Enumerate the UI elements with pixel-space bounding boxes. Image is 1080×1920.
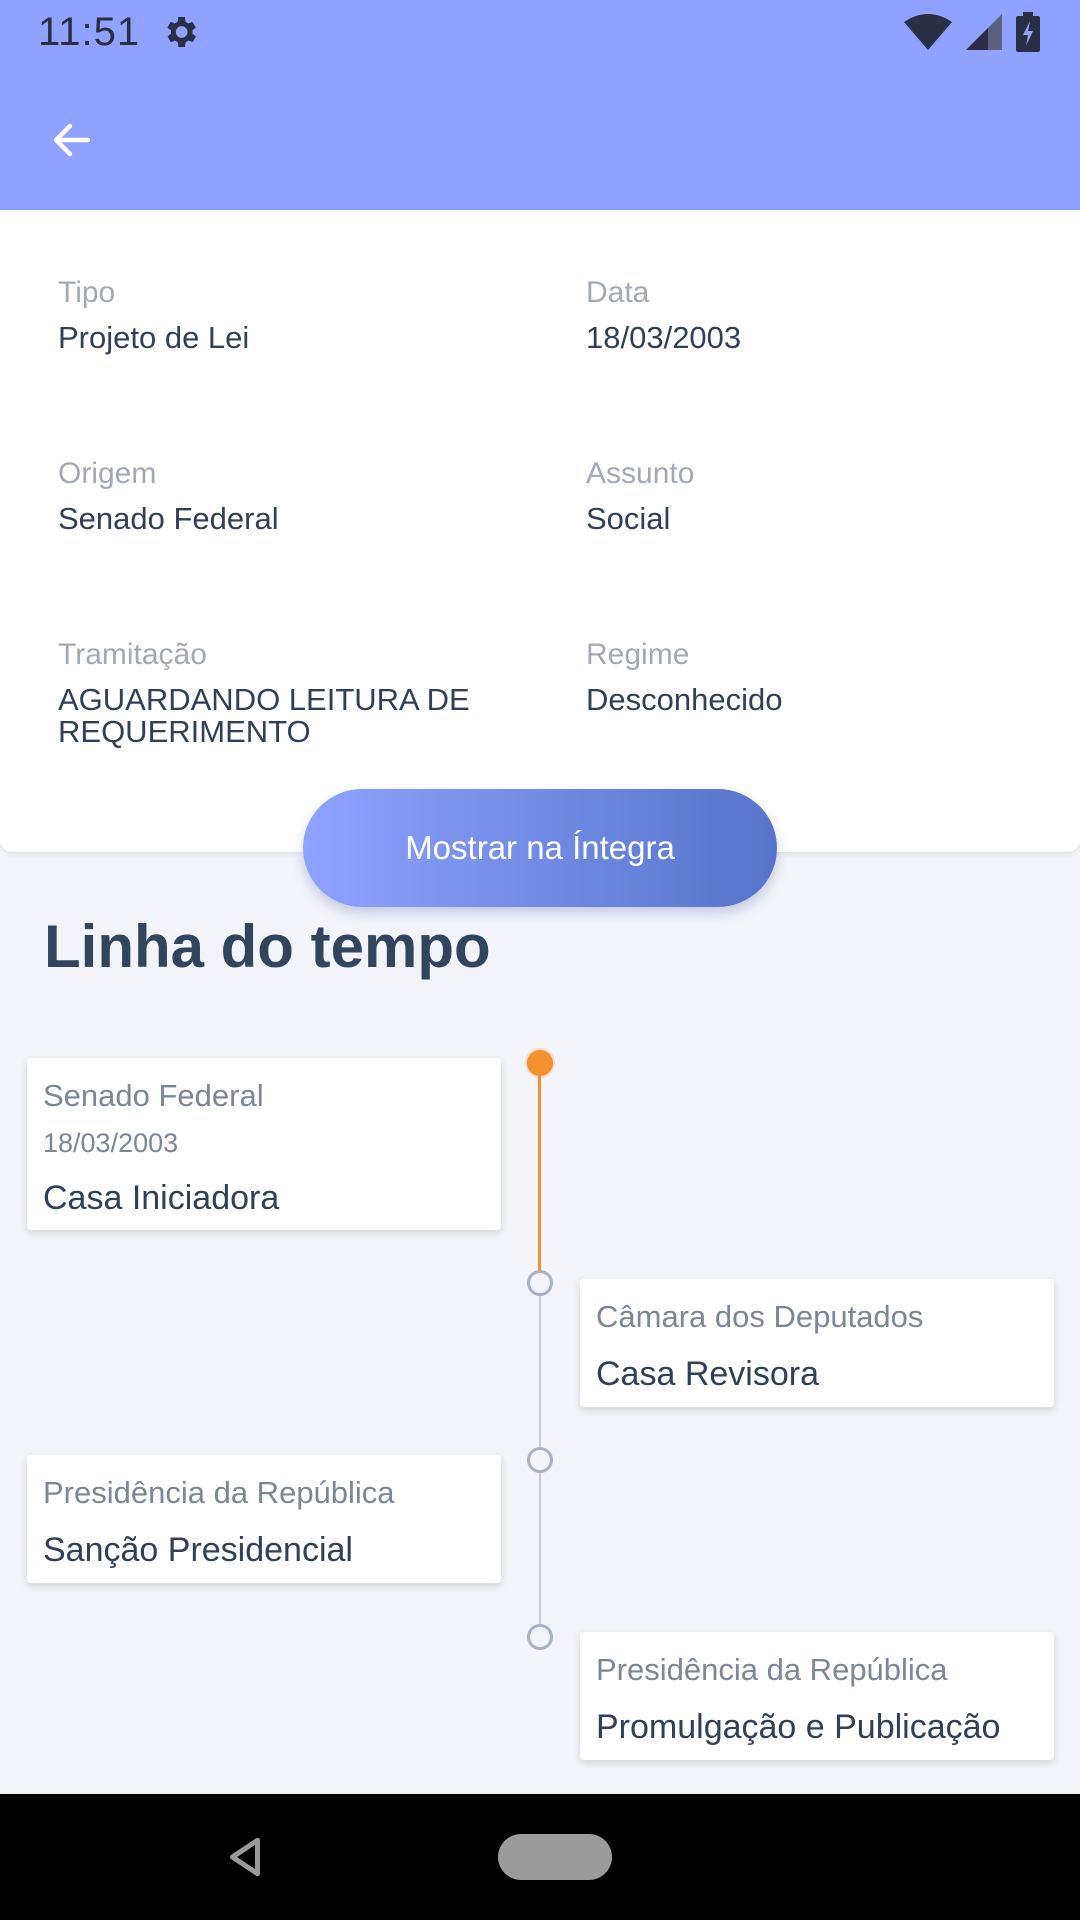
timeline-connector <box>539 1296 541 1447</box>
timeline-event-card[interactable]: Senado Federal 18/03/2003 Casa Iniciador… <box>27 1058 501 1230</box>
wifi-icon <box>904 14 952 50</box>
field-tramitacao: Tramitação AGUARDANDO LEITURA DE REQUERI… <box>58 638 470 748</box>
timeline-dot <box>527 1447 553 1473</box>
timeline-dot-active <box>527 1050 553 1076</box>
event-stage: Casa Iniciadora <box>43 1179 280 1217</box>
timeline-connector-active <box>538 1063 541 1271</box>
nav-home-pill[interactable] <box>498 1834 612 1880</box>
back-button[interactable] <box>36 104 108 176</box>
field-regime: Regime Desconhecido <box>586 638 782 716</box>
timeline-connector <box>539 1473 541 1624</box>
battery-icon <box>1016 12 1040 52</box>
field-label: Tramitação <box>58 638 207 671</box>
timeline-event-card[interactable]: Presidência da República Promulgação e P… <box>580 1632 1054 1760</box>
event-stage: Sanção Presidencial <box>43 1531 353 1569</box>
details-card: Tipo Projeto de Lei Data 18/03/2003 Orig… <box>0 210 1080 852</box>
arrow-left-icon <box>53 123 91 157</box>
timeline-dot <box>527 1270 553 1296</box>
event-origin: Presidência da República <box>43 1475 395 1510</box>
field-tipo: Tipo Projeto de Lei <box>58 276 249 354</box>
field-label: Origem <box>58 457 157 490</box>
event-origin: Presidência da República <box>596 1652 948 1687</box>
field-value: Desconhecido <box>586 682 783 717</box>
field-origem: Origem Senado Federal <box>58 457 279 535</box>
timeline-event-card[interactable]: Câmara dos Deputados Casa Revisora <box>580 1279 1054 1407</box>
event-stage: Promulgação e Publicação <box>596 1708 1001 1746</box>
navigation-bar <box>0 1794 1080 1920</box>
show-full-text-button[interactable]: Mostrar na Íntegra <box>303 789 777 907</box>
field-label: Data <box>586 276 650 309</box>
field-label: Assunto <box>586 457 695 490</box>
field-assunto: Assunto Social <box>586 457 694 535</box>
event-date: 18/03/2003 <box>43 1128 179 1158</box>
gear-icon <box>167 17 196 47</box>
signal-icon <box>966 14 1002 50</box>
status-time: 11:51 <box>38 10 141 54</box>
field-value: Social <box>586 501 671 536</box>
timeline-event-card[interactable]: Presidência da República Sanção Presiden… <box>27 1455 501 1583</box>
field-label: Tipo <box>58 276 116 309</box>
field-value-line1: AGUARDANDO LEITURA DE <box>58 682 470 717</box>
field-label: Regime <box>586 638 690 671</box>
timeline-dot <box>527 1624 553 1650</box>
timeline-title: Linha do tempo <box>44 913 491 980</box>
field-value: Projeto de Lei <box>58 320 250 355</box>
app-bar <box>0 64 1080 210</box>
field-value-line2: REQUERIMENTO <box>58 714 311 749</box>
field-value: 18/03/2003 <box>586 320 742 355</box>
field-data: Data 18/03/2003 <box>586 276 741 354</box>
status-bar: 11:51 <box>0 0 1080 64</box>
field-value: Senado Federal <box>58 501 279 536</box>
event-stage: Casa Revisora <box>596 1355 819 1393</box>
event-origin: Câmara dos Deputados <box>596 1299 924 1334</box>
event-origin: Senado Federal <box>43 1078 264 1113</box>
nav-back-icon[interactable] <box>220 1832 270 1882</box>
